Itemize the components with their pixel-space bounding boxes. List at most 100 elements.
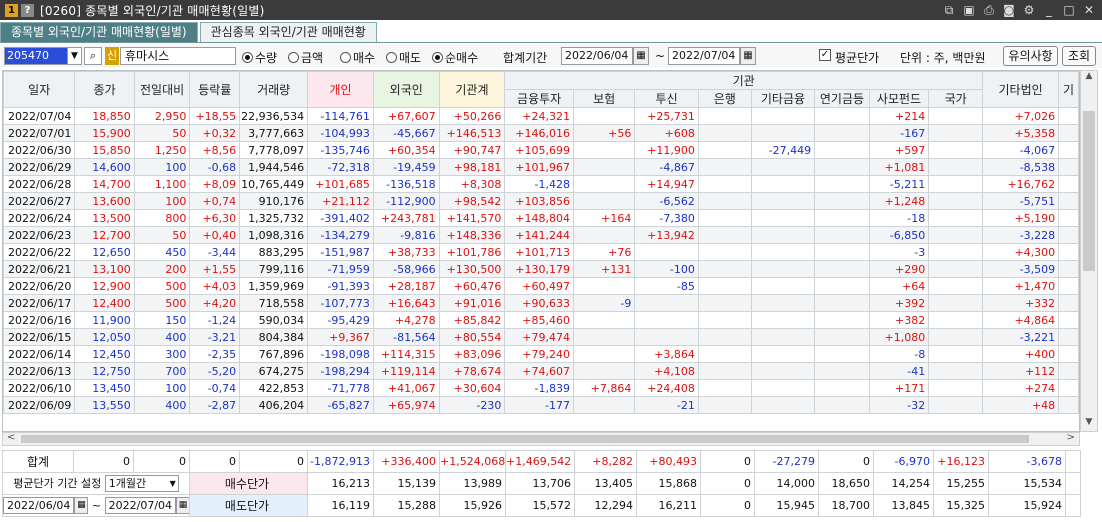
col-header-close[interactable]: 종가 [74,71,135,108]
avg-period-select[interactable]: 1개월간 ▼ [104,475,179,492]
vertical-scrollbar[interactable]: ▲ ▼ [1080,70,1098,432]
table-cell: 2022/06/15 [3,328,76,346]
table-cell: +1,248 [868,192,930,210]
table-cell: +148,804 [504,209,574,227]
gear-icon[interactable]: ⚙ [1022,3,1036,17]
col-header-foreign[interactable]: 외국인 [372,71,440,108]
table-row[interactable]: 2022/06/15 12,050 400 -3,21 804,384 +9,367 -81… [3,328,1079,346]
table-row[interactable]: 2022/06/20 12,900 500 +4,03 1,359,969 -91,393… [3,277,1079,295]
date-from-field[interactable]: 2022/06/04 [561,47,633,65]
col-header-individual[interactable]: 개인 [307,71,374,108]
table-row[interactable]: 2022/06/29 14,600 100 -0,68 1,944,546 -72,318… [3,158,1079,176]
col-header-other-fin[interactable]: 기타금융 [750,89,816,108]
link-icon[interactable]: ⧉ [942,3,956,17]
sum-cell: -6,970 [873,450,934,473]
avg-date-from[interactable]: 2022/06/04 [3,497,75,514]
table-cell: +64 [868,277,930,295]
col-header-volume[interactable]: 거래량 [239,71,309,108]
table-cell: +30,604 [438,379,506,397]
tab-watchlist[interactable]: 관심종목 외국인/기관 매매현황 [199,22,377,42]
col-header-change[interactable]: 전일대비 [133,71,191,108]
print-icon[interactable]: ⎙ [982,3,996,17]
col-header-institution-total[interactable]: 기관계 [438,71,506,108]
query-button[interactable]: 조회 [1062,46,1096,66]
col-header-fin-invest[interactable]: 금융투자 [504,89,574,108]
table-cell [572,107,636,125]
scroll-thumb[interactable] [1083,111,1095,271]
table-cell: +79,240 [504,345,574,363]
notice-button[interactable]: 유의사항 [1003,46,1058,66]
table-cell [697,260,752,278]
table-cell: +11,900 [634,141,699,159]
maximize-icon[interactable]: □ [1062,3,1076,17]
col-header-trust[interactable]: 투신 [634,89,699,108]
chevron-down-icon[interactable]: ▼ [68,47,82,65]
col-header-pension[interactable]: 연기금등 [814,89,870,108]
table-row[interactable]: 2022/06/23 12,700 50 +0,40 1,098,316 -134,279… [3,226,1079,244]
help-icon[interactable]: ? [21,3,34,17]
col-header-bank[interactable]: 은행 [697,89,752,108]
radio-dot-icon [288,52,299,63]
calendar-icon[interactable]: ▦ [74,497,89,514]
table-row[interactable]: 2022/06/21 13,100 200 +1,55 799,116 -71,959 -5… [3,260,1079,278]
table-cell [750,328,816,346]
table-row[interactable]: 2022/06/30 15,850 1,250 +8,56 7,778,097 -135,… [3,141,1079,159]
search-icon[interactable]: ⌕ [84,47,102,65]
scroll-left-icon[interactable]: < [7,432,15,443]
col-header-other-corp[interactable]: 기타법인 [982,71,1060,108]
radio-sell[interactable]: 매도 [386,49,421,66]
save-icon[interactable]: ▣ [962,3,976,17]
table-cell: +16,643 [372,294,440,312]
stock-name-field[interactable]: 휴마시스 [120,47,236,65]
table-row[interactable]: 2022/06/27 13,600 100 +0,74 910,176 +21,112 -1… [3,192,1079,210]
table-cell: +1,080 [868,328,930,346]
calendar-icon[interactable]: ▦ [740,47,756,65]
table-cell [572,311,636,329]
avg-date-to[interactable]: 2022/07/04 [104,497,177,514]
radio-amount[interactable]: 금액 [288,49,323,66]
col-header-insurance[interactable]: 보험 [572,89,636,108]
col-header-date[interactable]: 일자 [3,71,76,108]
table-row[interactable]: 2022/06/13 12,750 700 -5,20 674,275 -198,294 +… [3,362,1079,380]
table-row[interactable]: 2022/06/22 12,650 450 -3,44 883,295 -151,987 +… [3,243,1079,261]
table-cell [928,260,984,278]
tab-stock-daily[interactable]: 종목별 외국인/기관 매매현황(일별) [0,22,198,42]
close-icon[interactable]: ✕ [1082,3,1096,17]
table-row[interactable]: 2022/06/16 11,900 150 -1,24 590,034 -95,429 +4… [3,311,1079,329]
date-to-field[interactable]: 2022/07/04 [668,47,740,65]
window-title: [0260] 종목별 외국인/기관 매매현황(일별) [40,3,265,18]
table-row[interactable]: 2022/07/04 18,850 2,950 +18,55 22,936,534 -11… [3,107,1079,125]
window-number-badge[interactable]: 1 [5,3,18,17]
col-header-nation[interactable]: 국가 [928,89,984,108]
table-cell: 2022/06/20 [3,277,76,295]
radio-net-buy[interactable]: 순매수 [432,49,478,66]
col-header-rate[interactable]: 등락률 [189,71,241,108]
table-cell [750,158,816,176]
table-row[interactable]: 2022/06/14 12,450 300 -2,35 767,896 -198,098 +… [3,345,1079,363]
radio-quantity[interactable]: 수량 [242,49,277,66]
radio-buy[interactable]: 매수 [340,49,375,66]
table-row[interactable]: 2022/07/01 15,900 50 +0,32 3,777,663 -104,993… [3,124,1079,142]
scroll-up-icon[interactable]: ▲ [1081,71,1097,85]
table-row[interactable]: 2022/06/28 14,700 1,100 +8,09 10,765,449 +101… [3,175,1079,193]
table-cell: +6,30 [189,209,241,227]
table-row[interactable]: 2022/06/17 12,400 500 +4,20 718,558 -107,773 +… [3,294,1079,312]
calendar-icon[interactable]: ▦ [176,497,189,514]
table-row[interactable]: 2022/06/09 13,550 400 -2,87 406,204 -65,827 +6… [3,396,1079,414]
sum-cell: 0 [700,450,755,473]
col-header-partial[interactable]: 기 [1058,71,1079,108]
avg-price-checkbox[interactable]: ✓ [819,49,831,61]
minimize-icon[interactable]: _ [1042,3,1056,17]
calendar-icon[interactable]: ▦ [633,47,649,65]
scroll-thumb[interactable] [21,435,1029,443]
table-cell: 910,176 [239,192,309,210]
table-row[interactable]: 2022/06/10 13,450 100 -0,74 422,853 -71,778 +4… [3,379,1079,397]
col-header-private-fund[interactable]: 사모펀드 [868,89,930,108]
camera-icon[interactable]: ◙ [1002,3,1016,17]
table-row[interactable]: 2022/06/24 13,500 800 +6,30 1,325,732 -391,40… [3,209,1079,227]
scroll-down-icon[interactable]: ▼ [1081,417,1097,431]
data-grid[interactable]: 일자 종가 전일대비 등락률 거래량 개인 외국인 기관계 기관 기타법인 기 … [2,70,1080,432]
horizontal-scrollbar[interactable]: < > [2,432,1080,446]
stock-code-input[interactable]: 205470 [4,47,68,65]
scroll-right-icon[interactable]: > [1067,432,1075,443]
